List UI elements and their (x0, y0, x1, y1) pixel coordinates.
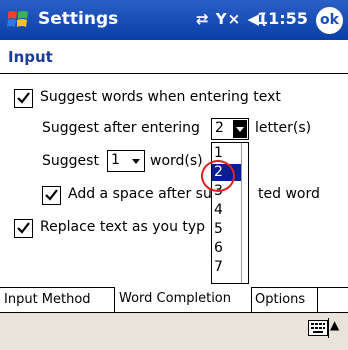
suggest-words-label: Suggest words when entering text (40, 89, 281, 105)
chevron-down-icon (233, 120, 247, 138)
checkmark-icon (45, 189, 58, 201)
tab-options[interactable]: Options (251, 288, 318, 312)
divider (328, 318, 329, 338)
menu-bar (0, 312, 348, 350)
suggest-after-value: 2 (215, 120, 224, 136)
page-title: Input (8, 48, 53, 66)
tab-input-method[interactable]: Input Method (0, 288, 115, 312)
start-menu-icon[interactable] (6, 8, 30, 32)
checkmark-icon (17, 92, 30, 104)
ok-button[interactable]: ok (316, 7, 343, 34)
suggest-after-combo[interactable]: 2 (211, 118, 249, 140)
divider (0, 73, 348, 74)
add-space-checkbox[interactable] (42, 186, 61, 205)
suggest-words-checkbox[interactable] (14, 89, 33, 108)
dropdown-scrollbar[interactable] (241, 143, 248, 283)
suggest-label: Suggest (42, 153, 99, 169)
highlight-circle (201, 160, 235, 192)
app-title: Settings (38, 9, 119, 29)
suggest-count-combo[interactable]: 1 (107, 150, 145, 172)
suggest-after-label: Suggest after entering (42, 120, 200, 136)
add-space-label-end: ted word (258, 186, 320, 202)
words-label: word(s) (150, 153, 203, 169)
letters-label: letter(s) (255, 120, 312, 136)
replace-text-label: Replace text as you typ (40, 219, 206, 235)
chevron-down-icon (132, 159, 140, 164)
suggest-count-value: 1 (111, 152, 120, 168)
tab-word-completion[interactable]: Word Completion (114, 287, 252, 314)
input-panel-arrow-icon[interactable]: ▲ (330, 318, 339, 332)
keyboard-icon[interactable] (308, 320, 328, 336)
replace-text-checkbox[interactable] (14, 219, 33, 238)
title-bar: Settings ⇄ Y× ◀( 11:55 ok (0, 0, 348, 40)
checkmark-icon (17, 222, 30, 234)
tab-strip: Input Method Word Completion Options (0, 287, 348, 314)
clock[interactable]: 11:55 (257, 9, 308, 28)
add-space-label: Add a space after su (68, 186, 212, 202)
